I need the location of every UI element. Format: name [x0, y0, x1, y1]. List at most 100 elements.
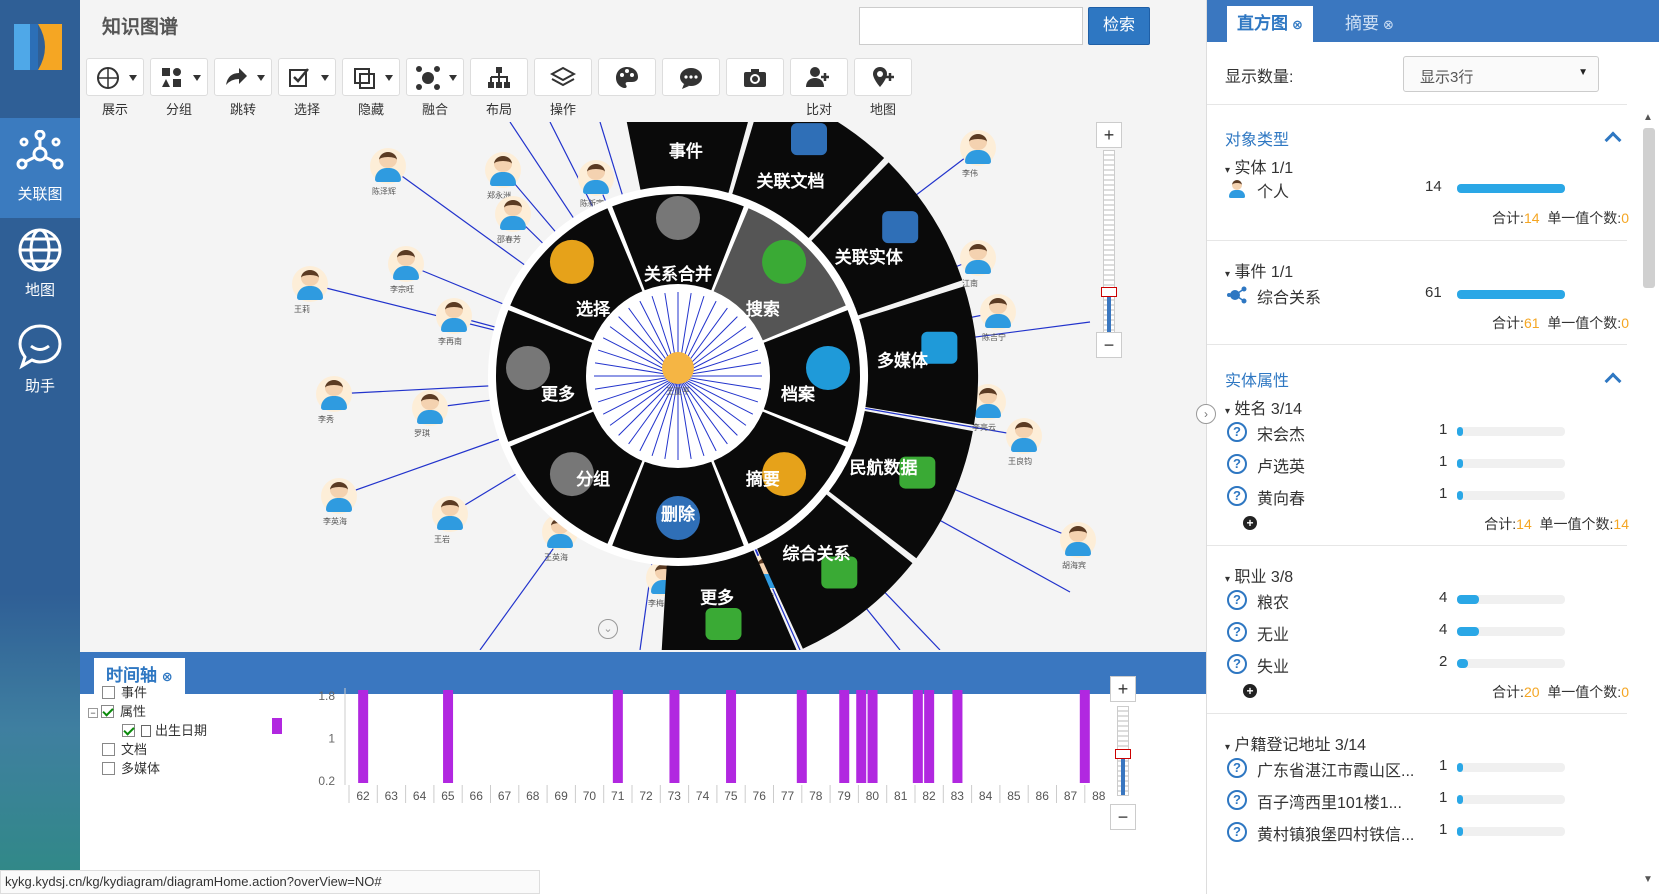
checkbox[interactable] — [101, 705, 114, 718]
row-label[interactable]: 无业 — [1257, 621, 1289, 645]
row-label[interactable]: 粮农 — [1257, 589, 1289, 613]
group-event[interactable]: ▾ 事件 1/1 — [1225, 258, 1293, 282]
toolbar-button-跳转[interactable]: 跳转 — [214, 58, 272, 117]
timeline-zoom-handle[interactable] — [1115, 749, 1131, 759]
checkbox[interactable] — [102, 743, 115, 756]
help-icon[interactable]: ? — [1227, 758, 1247, 778]
timeline-chart[interactable]: 1.8 1 0.2 62 63 64 65 66 67 68 69 70 71 72 73 74 75 76 77 7… — [305, 676, 1105, 816]
timeline-bar[interactable] — [669, 690, 680, 783]
tree-item-attribute[interactable]: − 属性 — [88, 701, 146, 720]
person-node[interactable] — [1060, 522, 1096, 558]
person-node[interactable] — [388, 246, 424, 282]
section-entity-attr[interactable]: 实体属性 — [1225, 367, 1289, 391]
center-node-avatar[interactable] — [662, 352, 694, 384]
scroll-down-icon[interactable]: ▼ — [1643, 874, 1653, 885]
display-count-select[interactable]: 显示3行 ▼ — [1403, 56, 1599, 92]
timeline-bar[interactable] — [867, 690, 878, 783]
timeline-bar[interactable] — [856, 690, 867, 783]
timeline-bar[interactable] — [952, 690, 963, 783]
timeline-zoom-in-button[interactable]: + — [1110, 676, 1136, 702]
row-label[interactable]: 个人 — [1257, 178, 1289, 202]
zoom-in-button[interactable]: + — [1096, 122, 1122, 148]
person-node[interactable] — [316, 376, 352, 412]
collapse-toggle-icon[interactable]: − — [88, 708, 98, 718]
sidebar-item-graph[interactable]: 关联图 — [0, 118, 80, 218]
person-node[interactable] — [1006, 418, 1042, 454]
zoom-slider-handle[interactable] — [1101, 287, 1117, 297]
chevron-up-icon[interactable] — [1604, 372, 1622, 390]
toolbar-button-操作[interactable]: 操作 — [534, 58, 592, 117]
checkbox[interactable] — [122, 724, 135, 737]
person-node[interactable] — [292, 266, 328, 302]
help-icon[interactable]: ? — [1227, 822, 1247, 842]
person-node[interactable] — [321, 478, 357, 514]
checkbox[interactable] — [102, 762, 115, 775]
toolbar-button-palette[interactable] — [598, 58, 656, 116]
row-label[interactable]: 黄村镇狼堡四村铁信... — [1257, 821, 1414, 845]
tree-item-event[interactable]: 事件 — [102, 682, 147, 701]
checkbox[interactable] — [102, 686, 115, 699]
section-object-type[interactable]: 对象类型 — [1225, 126, 1289, 150]
toolbar-button-选择[interactable]: 选择 — [278, 58, 336, 117]
tree-item-document[interactable]: 文档 — [102, 739, 147, 758]
row-label[interactable]: 卢选英 — [1257, 453, 1305, 477]
person-node[interactable] — [432, 496, 468, 532]
toolbar-button-地图[interactable]: 地图 — [854, 58, 912, 117]
toolbar-button-隐藏[interactable]: 隐藏 — [342, 58, 400, 117]
zoom-out-button[interactable]: − — [1096, 332, 1122, 358]
tab-summary[interactable]: 摘要 ⊗ — [1335, 6, 1404, 42]
search-button[interactable]: 检索 — [1088, 7, 1150, 45]
timeline-bar[interactable] — [726, 690, 737, 783]
help-icon[interactable]: ? — [1227, 654, 1247, 674]
person-node[interactable] — [370, 148, 406, 184]
help-icon[interactable]: ? — [1227, 486, 1247, 506]
chevron-up-icon[interactable] — [1604, 131, 1622, 149]
sidebar-item-map[interactable]: 地图 — [0, 214, 80, 314]
tab-histogram[interactable]: 直方图 ⊗ — [1227, 6, 1313, 42]
toolbar-button-chat[interactable] — [662, 58, 720, 116]
close-icon[interactable]: ⊗ — [162, 669, 173, 684]
row-label[interactable]: 广东省湛江市霞山区... — [1257, 757, 1414, 781]
collapse-timeline-icon[interactable]: ⌄ — [598, 619, 618, 639]
group-address[interactable]: ▾ 户籍登记地址 3/14 — [1225, 731, 1366, 755]
group-entity[interactable]: ▾ 实体 1/1 — [1225, 154, 1293, 178]
timeline-zoom-track[interactable] — [1115, 706, 1131, 796]
toolbar-button-布局[interactable]: 布局 — [470, 58, 528, 117]
timeline-bar[interactable] — [358, 690, 369, 783]
scroll-up-icon[interactable]: ▲ — [1643, 112, 1653, 123]
help-icon[interactable]: ? — [1227, 454, 1247, 474]
help-icon[interactable]: ? — [1227, 622, 1247, 642]
row-label[interactable]: 综合关系 — [1257, 284, 1321, 308]
timeline-bar[interactable] — [839, 690, 850, 783]
toolbar-button-camera[interactable] — [726, 58, 784, 116]
row-label[interactable]: 失业 — [1257, 653, 1289, 677]
row-label[interactable]: 黄向春 — [1257, 485, 1305, 509]
toolbar-button-展示[interactable]: 展示 — [86, 58, 144, 117]
tree-item-multimedia[interactable]: 多媒体 — [102, 758, 160, 777]
toolbar-button-比对[interactable]: 比对 — [790, 58, 848, 117]
add-icon[interactable]: + — [1243, 516, 1257, 530]
panel-toggle-icon[interactable]: › — [1196, 404, 1216, 424]
group-job[interactable]: ▾ 职业 3/8 — [1225, 563, 1293, 587]
timeline-zoom-out-button[interactable]: − — [1110, 804, 1136, 830]
timeline-bar[interactable] — [924, 690, 935, 783]
person-node[interactable] — [412, 390, 448, 426]
toolbar-button-融合[interactable]: 融合 — [406, 58, 464, 117]
sidebar-item-assistant[interactable]: 助手 — [0, 310, 80, 410]
row-label[interactable]: 宋会杰 — [1257, 421, 1305, 445]
timeline-bar[interactable] — [443, 690, 454, 783]
search-input[interactable] — [859, 7, 1083, 45]
scrollbar[interactable] — [1643, 128, 1655, 288]
row-label[interactable]: 百子湾西里101楼1... — [1257, 789, 1402, 813]
add-icon[interactable]: + — [1243, 684, 1257, 698]
timeline-bar[interactable] — [796, 690, 807, 783]
timeline-bar[interactable] — [612, 690, 623, 783]
help-icon[interactable]: ? — [1227, 590, 1247, 610]
timeline-bar[interactable] — [1079, 690, 1090, 783]
group-name[interactable]: ▾ 姓名 3/14 — [1225, 395, 1302, 419]
person-node[interactable] — [436, 298, 472, 334]
tree-item-birthdate[interactable]: 出生日期 — [122, 720, 207, 739]
graph-canvas[interactable]: 陈泽辉郑永洲陈新宇邵春芳李宗旺王莉李再南李秀罗琪李英海王岩王英海李梅左克斌李伟江… — [80, 122, 1206, 650]
toolbar-button-分组[interactable]: 分组 — [150, 58, 208, 117]
close-icon[interactable]: ⊗ — [1383, 17, 1394, 32]
